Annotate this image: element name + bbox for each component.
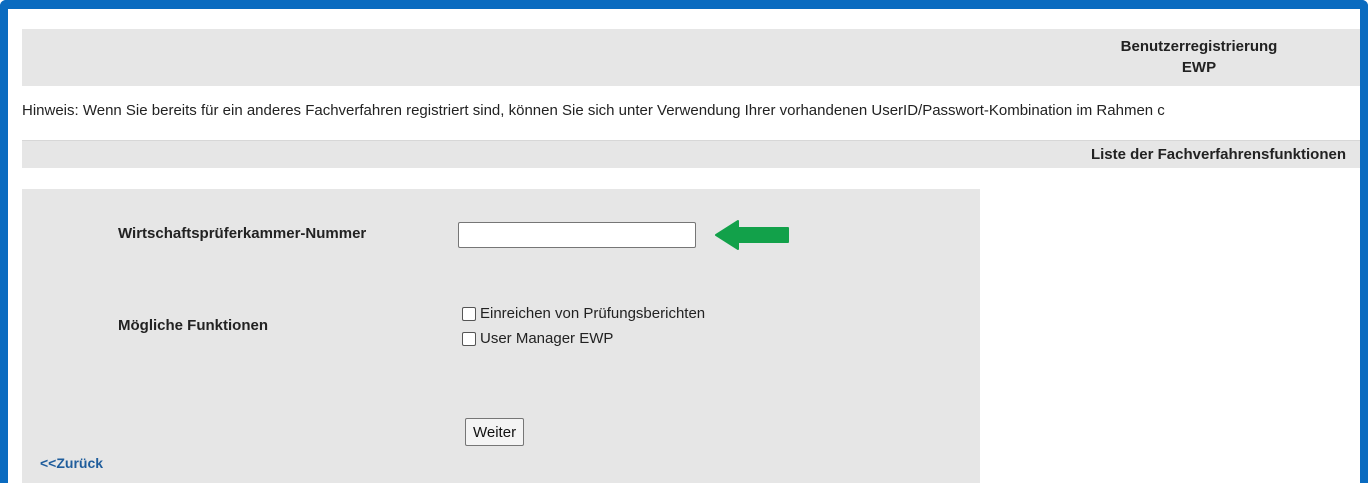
hint-text: Hinweis: Wenn Sie bereits für ein andere… (22, 102, 1165, 119)
header-bar: Benutzerregistrierung EWP (22, 29, 1360, 86)
function-option-label: User Manager EWP (480, 330, 614, 347)
function-option-label: Einreichen von Prüfungsberichten (480, 305, 706, 322)
wpk-number-label: Wirtschaftsprüferkammer-Nummer (118, 225, 367, 242)
checkbox-pruefungsberichte[interactable] (462, 306, 476, 321)
weiter-button[interactable]: Weiter (465, 418, 525, 446)
functions-label: Mögliche Funktionen (118, 317, 268, 334)
page-title-line1: Benutzerregistrierung (1120, 38, 1278, 55)
function-option-user-manager[interactable]: User Manager EWP (462, 330, 613, 347)
page-title-line2: EWP (1181, 59, 1217, 76)
back-link[interactable]: <<Zurück (40, 455, 103, 471)
page-content: Benutzerregistrierung EWP Hinweis: Wenn … (8, 9, 1360, 483)
checkbox-user-manager[interactable] (462, 331, 476, 346)
arrow-left-icon (715, 220, 789, 250)
page-title: Benutzerregistrierung EWP (1074, 36, 1324, 78)
function-option-pruefungsberichte[interactable]: Einreichen von Prüfungsberichten (462, 305, 705, 322)
app-frame: Benutzerregistrierung EWP Hinweis: Wenn … (0, 0, 1368, 483)
section-bar: Liste der Fachverfahrensfunktionen (22, 140, 1360, 168)
registration-form: Wirtschaftsprüferkammer-Nummer Mögliche … (22, 189, 980, 483)
section-title: Liste der Fachverfahrensfunktionen (1090, 146, 1346, 163)
wpk-number-input[interactable] (458, 222, 696, 248)
